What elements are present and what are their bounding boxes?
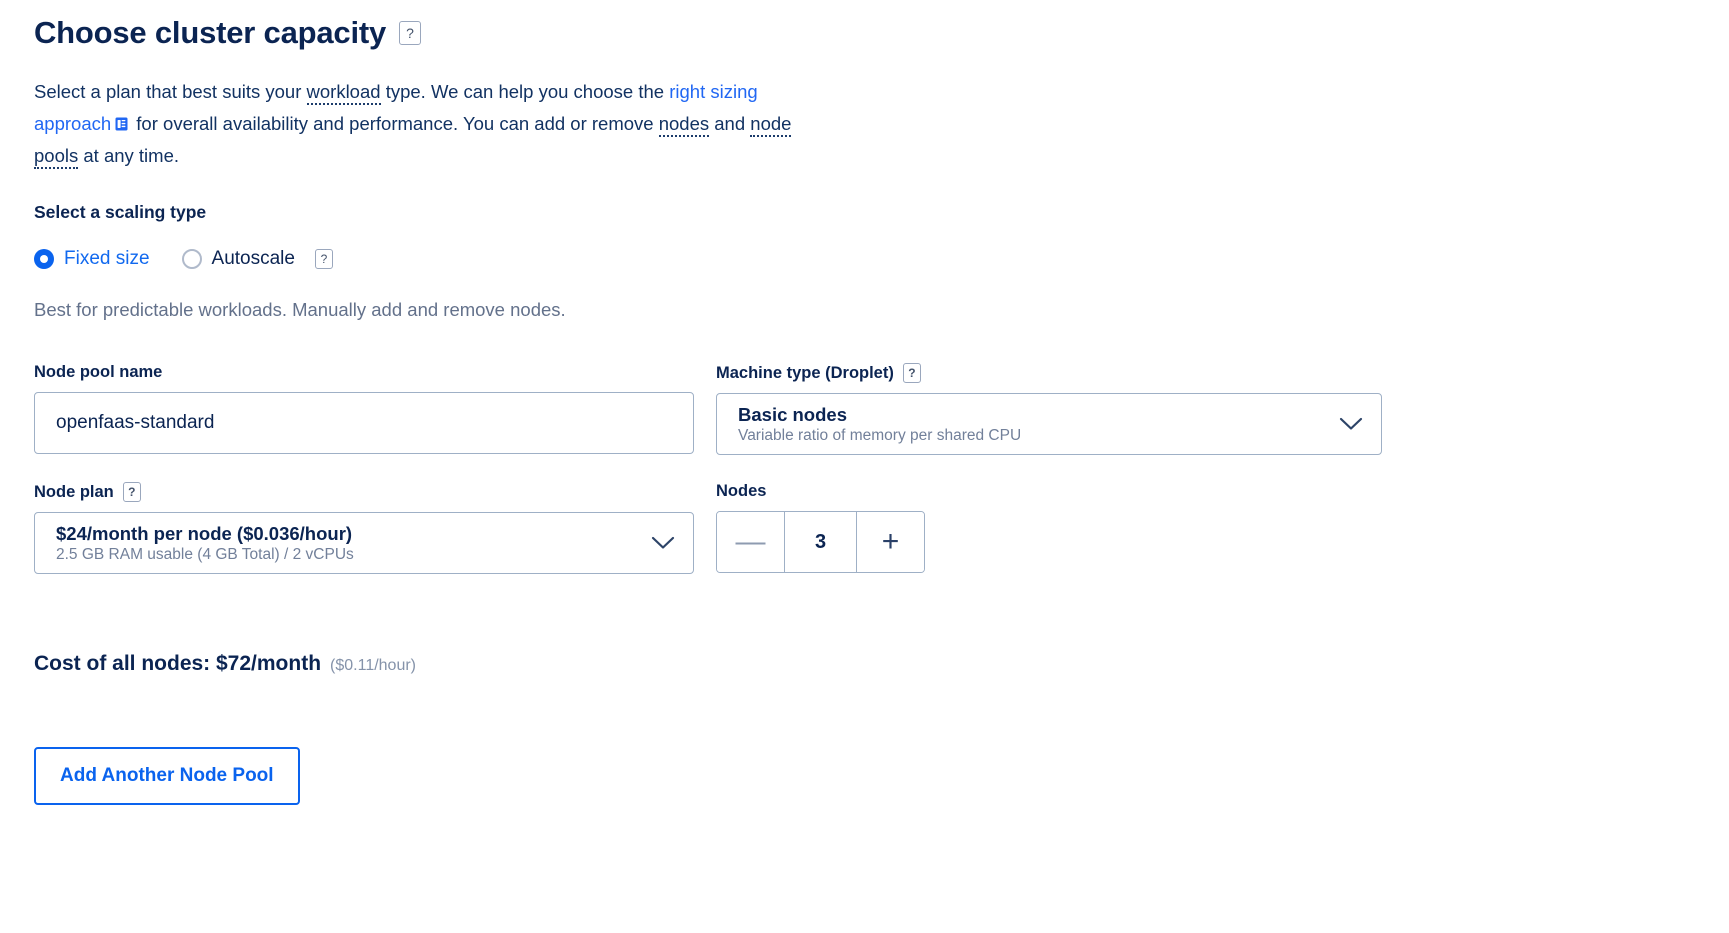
machine-type-label: Machine type (Droplet) ? xyxy=(716,363,1382,384)
machine-type-selected-value: Basic nodes Variable ratio of memory per… xyxy=(738,404,1021,445)
form-row-1: Node pool name openfaas-standard Machine… xyxy=(34,363,1729,456)
node-pool-name-input[interactable]: openfaas-standard xyxy=(34,392,694,455)
node-plan-help-icon[interactable]: ? xyxy=(122,482,141,503)
machine-type-selected-title: Basic nodes xyxy=(738,403,847,425)
radio-autoscale-label: Autoscale xyxy=(211,248,295,270)
intro-text-3: for overall availability and performance… xyxy=(131,113,659,135)
cluster-capacity-page: Choose cluster capacity ? Select a plan … xyxy=(0,0,1729,806)
add-another-node-pool-button[interactable]: Add Another Node Pool xyxy=(34,747,300,806)
intro-paragraph: Select a plan that best suits your workl… xyxy=(34,76,834,172)
machine-type-label-text: Machine type (Droplet) xyxy=(716,363,894,382)
glossary-term-nodes[interactable]: nodes xyxy=(658,113,710,138)
node-plan-field: Node plan ? $24/month per node ($0.036/h… xyxy=(34,482,694,575)
machine-type-select[interactable]: Basic nodes Variable ratio of memory per… xyxy=(716,393,1382,456)
radio-autoscale-indicator[interactable] xyxy=(181,249,202,270)
nodes-decrement-button[interactable]: — xyxy=(717,512,784,573)
intro-text-1: Select a plan that best suits your xyxy=(34,81,307,103)
intro-text-5: at any time. xyxy=(78,145,179,167)
cost-summary-hourly: ($0.11/hour) xyxy=(330,657,417,675)
page-title-help-icon[interactable]: ? xyxy=(399,21,422,46)
page-header: Choose cluster capacity ? xyxy=(34,15,1729,50)
node-pool-name-label: Node pool name xyxy=(34,363,694,382)
autoscale-help-icon[interactable]: ? xyxy=(314,249,333,270)
node-plan-selected-subtitle: 2.5 GB RAM usable (4 GB Total) / 2 vCPUs xyxy=(56,545,354,563)
cost-summary: Cost of all nodes: $72/month ($0.11/hour… xyxy=(34,652,1729,676)
node-pool-name-label-text: Node pool name xyxy=(34,363,163,382)
node-pool-form: Node pool name openfaas-standard Machine… xyxy=(34,363,1729,575)
page-title: Choose cluster capacity xyxy=(34,15,387,50)
machine-type-field: Machine type (Droplet) ? Basic nodes Var… xyxy=(716,363,1382,456)
intro-text-4: and xyxy=(709,113,751,135)
node-pool-name-field: Node pool name openfaas-standard xyxy=(34,363,694,455)
node-plan-selected-title: $24/month per node ($0.036/hour) xyxy=(56,522,353,544)
nodes-label-text: Nodes xyxy=(716,482,767,501)
nodes-stepper: — 3 + xyxy=(716,511,925,574)
cost-summary-main: Cost of all nodes: $72/month xyxy=(34,652,322,676)
scaling-type-radio-group: Fixed size Autoscale ? xyxy=(34,248,1729,270)
intro-text-2: type. We can help you choose the xyxy=(380,81,670,103)
machine-type-help-icon[interactable]: ? xyxy=(902,363,921,384)
node-plan-label: Node plan ? xyxy=(34,482,694,503)
scaling-helper-text: Best for predictable workloads. Manually… xyxy=(34,299,566,321)
node-plan-label-text: Node plan xyxy=(34,482,114,501)
radio-fixed-size-label: Fixed size xyxy=(64,248,150,270)
nodes-value[interactable]: 3 xyxy=(784,512,857,573)
node-plan-selected-value: $24/month per node ($0.036/hour) 2.5 GB … xyxy=(56,523,354,564)
radio-option-autoscale[interactable]: Autoscale ? xyxy=(181,248,333,270)
radio-option-fixed-size[interactable]: Fixed size xyxy=(34,248,150,270)
scaling-type-label: Select a scaling type xyxy=(34,202,207,223)
nodes-increment-button[interactable]: + xyxy=(857,512,924,573)
chevron-down-icon[interactable] xyxy=(651,536,675,550)
nodes-label: Nodes xyxy=(716,482,1382,501)
form-row-2: Node plan ? $24/month per node ($0.036/h… xyxy=(34,482,1729,575)
chevron-down-icon[interactable] xyxy=(1339,417,1363,431)
machine-type-selected-subtitle: Variable ratio of memory per shared CPU xyxy=(738,426,1022,444)
document-icon xyxy=(115,117,128,131)
radio-fixed-size-indicator[interactable] xyxy=(34,249,54,270)
glossary-term-workload[interactable]: workload xyxy=(306,81,381,106)
node-plan-select[interactable]: $24/month per node ($0.036/hour) 2.5 GB … xyxy=(34,512,694,575)
nodes-field: Nodes — 3 + xyxy=(716,482,1382,574)
